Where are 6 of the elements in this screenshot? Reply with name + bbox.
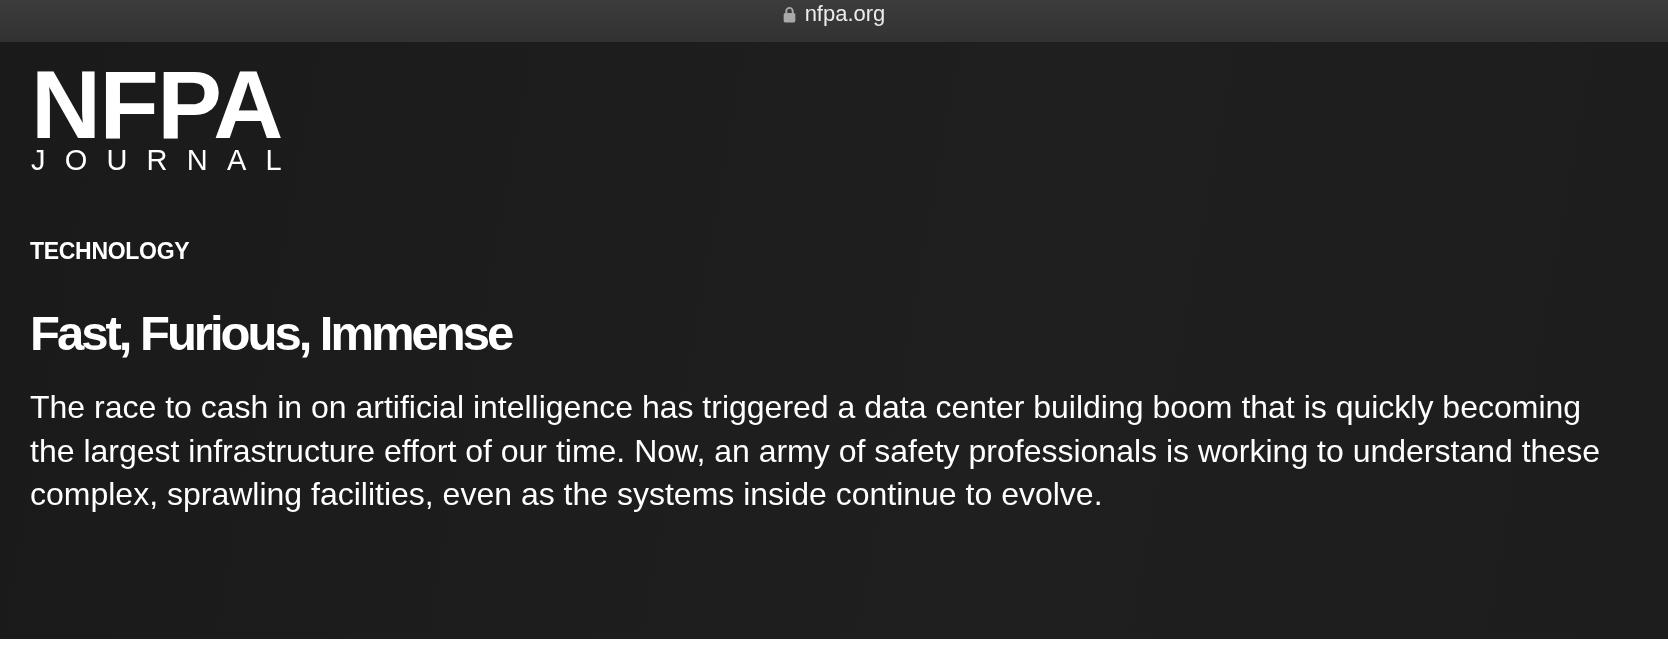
- category-label: TECHNOLOGY: [30, 238, 190, 264]
- url-text[interactable]: nfpa.org: [804, 1, 886, 27]
- logo-wordmark[interactable]: NFPA: [31, 62, 282, 148]
- article-summary: The race to cash in on artificial intelligence has triggered a data center building boom that is quickly becoming the largest infrastructure effort of our time. Now, an army of safety professionals is working to understand these complex, sprawling facilities, even as the systems inside continue to evolve.: [30, 388, 1601, 515]
- logo-subtitle: JOURNAL: [31, 147, 301, 173]
- article-title: Fast, Furious, Immense: [30, 305, 512, 361]
